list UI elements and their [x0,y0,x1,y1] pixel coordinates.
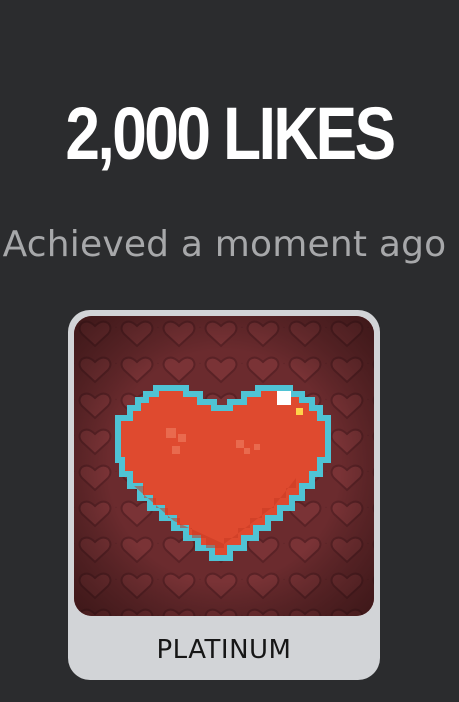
achievement-title: 2,000 LIKES [65,92,396,175]
pixel-heart-icon [74,316,374,616]
badge-card[interactable]: PLATINUM [68,310,380,680]
achievement-time: Achieved a moment ago [2,224,447,265]
achievement-screen: 2,000 LIKES Achieved a moment ago PLATIN… [0,0,459,702]
tier-label: PLATINUM [156,635,292,665]
badge-image [74,316,374,616]
